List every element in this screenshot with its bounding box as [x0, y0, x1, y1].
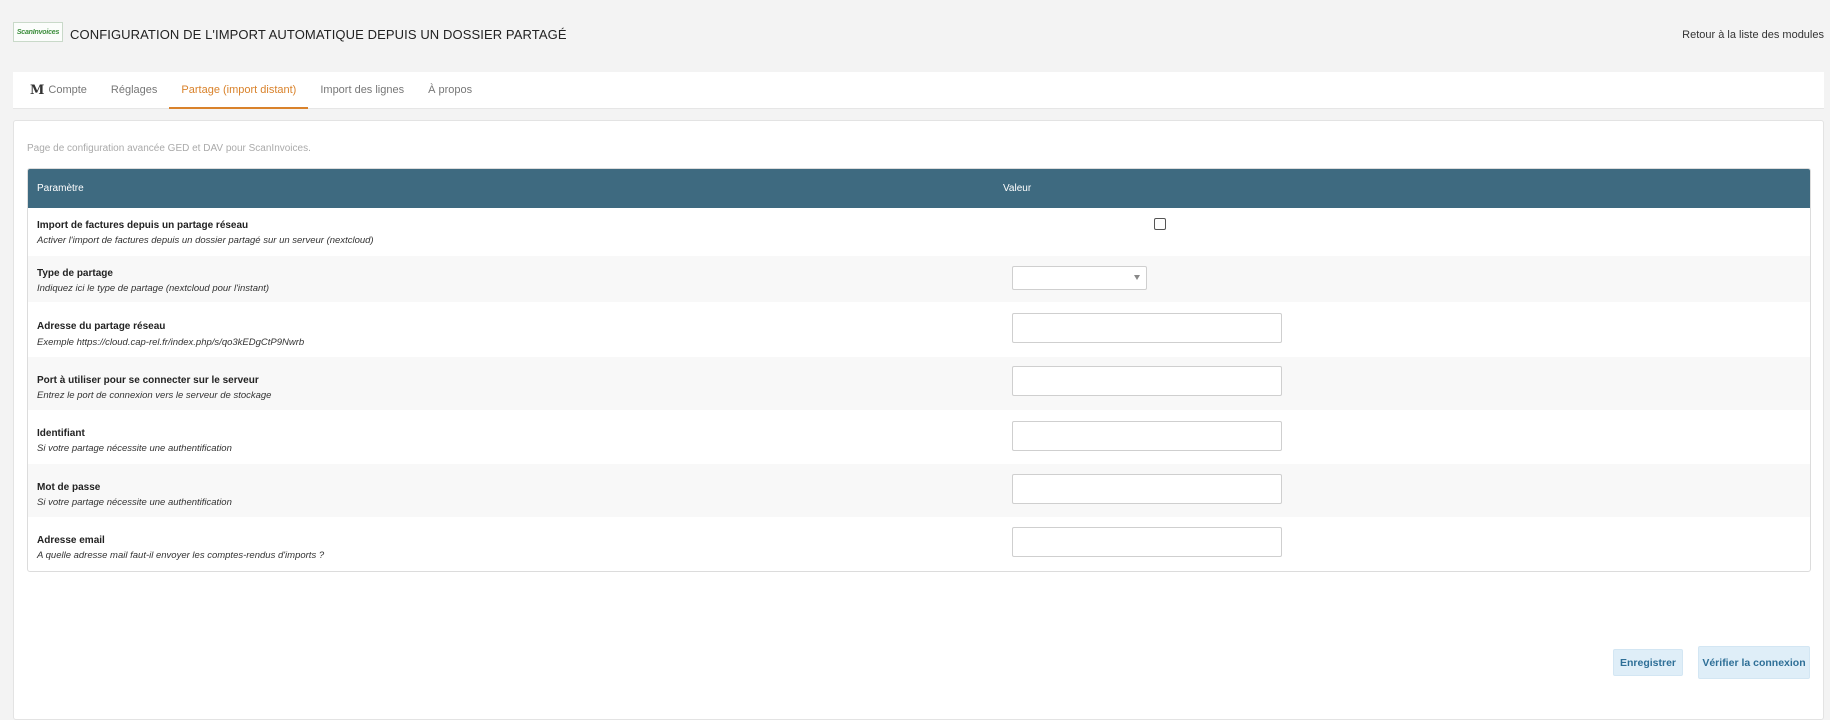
table-row-adresse-partage: Adresse du partage réseau Exemple https:… [28, 302, 1810, 357]
row-description: Si votre partage nécessite une authentif… [37, 497, 232, 508]
row-description: Exemple https://cloud.cap-rel.fr/index.p… [37, 337, 305, 348]
chevron-down-icon [1134, 275, 1140, 280]
save-button[interactable]: Enregistrer [1613, 649, 1683, 676]
row-label: Adresse email [37, 535, 105, 546]
row-description: Indiquez ici le type de partage (nextclo… [37, 283, 270, 294]
table-row-mot-de-passe: Mot de passe Si votre partage nécessite … [28, 464, 1810, 517]
row-description: Si votre partage nécessite une authentif… [37, 443, 232, 454]
tab-label: Réglages [110, 84, 158, 96]
table-row-import-partage: Import de factures depuis un partage rés… [28, 208, 1810, 256]
tab-bar: M Compte Réglages Partage (import distan… [13, 72, 1824, 109]
verify-connection-button[interactable]: Vérifier la connexion [1698, 646, 1810, 679]
page-title: CONFIGURATION DE L'IMPORT AUTOMATIQUE DE… [70, 27, 567, 42]
row-label: Mot de passe [37, 482, 101, 493]
table-header: Paramètre Valeur [28, 169, 1810, 208]
row-label: Port à utiliser pour se connecter sur le… [37, 375, 259, 386]
module-logo: ScanInvoices [13, 22, 63, 42]
row-label: Import de factures depuis un partage rés… [37, 220, 249, 231]
tab-partage[interactable]: Partage (import distant) [169, 72, 309, 109]
tab-label: Import des lignes [320, 84, 405, 96]
tab-compte[interactable]: M Compte [13, 72, 99, 108]
share-url-input[interactable] [1012, 313, 1282, 343]
tab-reglages[interactable]: Réglages [99, 72, 169, 108]
table-row-port: Port à utiliser pour se connecter sur le… [28, 357, 1810, 410]
tab-a-propos[interactable]: À propos [416, 72, 484, 108]
row-label: Adresse du partage réseau [37, 321, 166, 332]
table-row-identifiant: Identifiant Si votre partage nécessite u… [28, 410, 1810, 464]
password-input[interactable] [1012, 474, 1282, 504]
tab-label: Partage (import distant) [181, 84, 297, 96]
m-logo-icon: M [30, 82, 45, 98]
intro-text: Page de configuration avancée GED et DAV… [27, 143, 311, 154]
table-row-adresse-email: Adresse email A quelle adresse mail faut… [28, 517, 1810, 571]
row-description: Activer l'import de factures depuis un d… [37, 235, 374, 246]
tab-import-lignes[interactable]: Import des lignes [308, 72, 416, 108]
enable-import-checkbox[interactable] [1154, 218, 1166, 230]
tab-label: À propos [428, 84, 473, 96]
row-description: A quelle adresse mail faut-il envoyer le… [37, 550, 325, 561]
table-row-type-partage: Type de partage Indiquez ici le type de … [28, 256, 1810, 302]
back-to-modules-link[interactable]: Retour à la liste des modules [1682, 29, 1824, 41]
settings-card: Page de configuration avancée GED et DAV… [13, 120, 1824, 720]
row-label: Identifiant [37, 428, 85, 439]
username-input[interactable] [1012, 421, 1282, 451]
port-input[interactable] [1012, 366, 1282, 396]
share-type-select[interactable] [1012, 266, 1147, 290]
email-input[interactable] [1012, 527, 1282, 557]
row-label: Type de partage [37, 268, 113, 279]
logo-text: ScanInvoices [16, 28, 60, 36]
row-description: Entrez le port de connexion vers le serv… [37, 390, 272, 401]
parameters-table: Paramètre Valeur Import de factures depu… [27, 168, 1811, 572]
column-header-valeur: Valeur [1003, 183, 1032, 194]
tab-label: Compte [48, 84, 87, 96]
page-header: ScanInvoices CONFIGURATION DE L'IMPORT A… [0, 0, 1830, 72]
column-header-parametre: Paramètre [37, 183, 84, 194]
